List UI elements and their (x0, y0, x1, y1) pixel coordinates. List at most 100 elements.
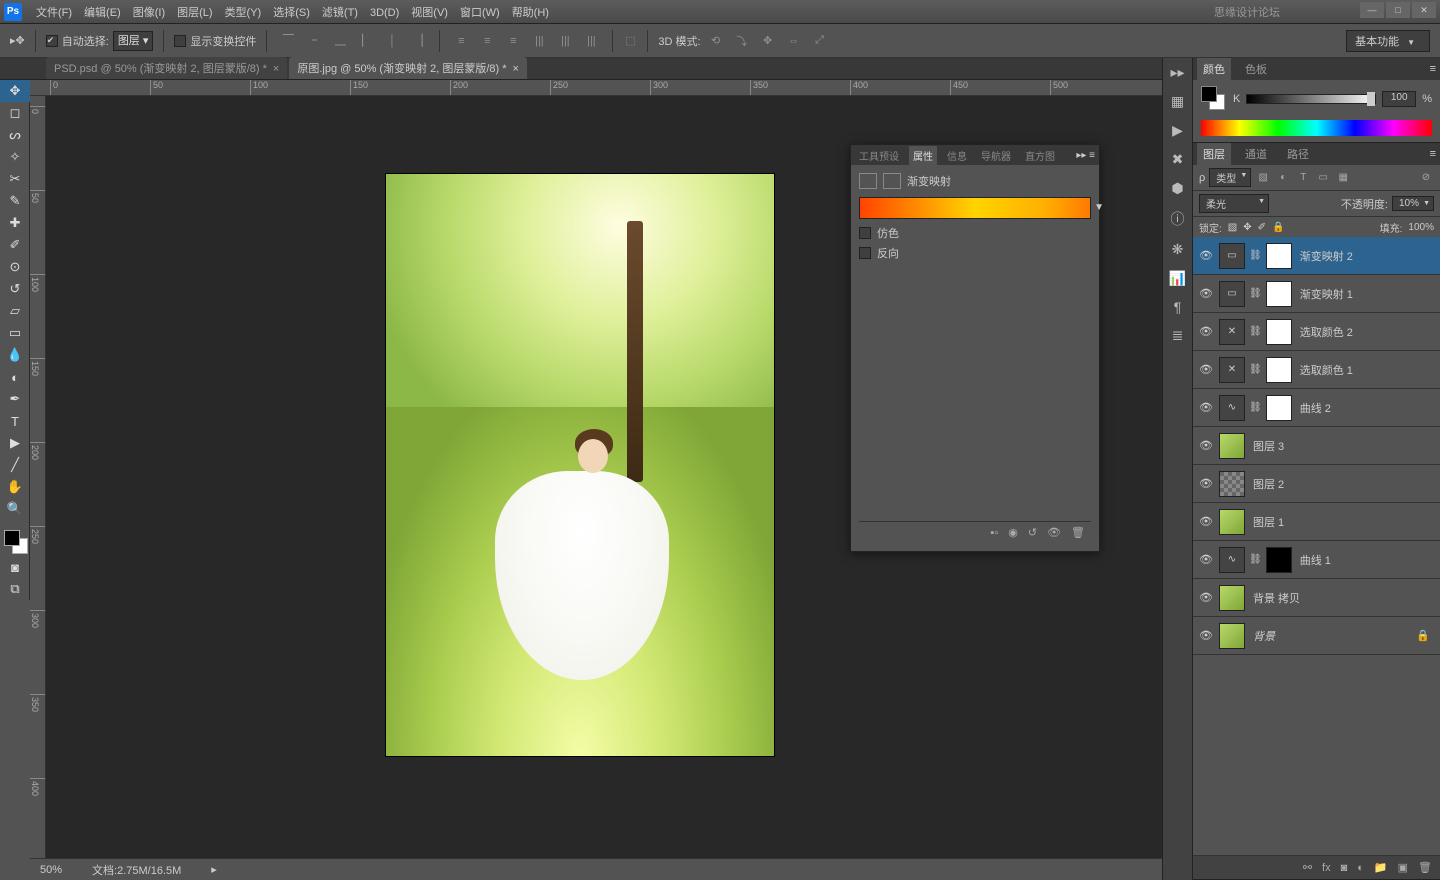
menu-帮助(H)[interactable]: 帮助(H) (512, 7, 549, 19)
lock-all-icon[interactable]: 🔒 (1272, 222, 1284, 233)
menu-类型(Y)[interactable]: 类型(Y) (225, 7, 262, 19)
tab-properties[interactable]: 属性 (909, 146, 937, 165)
visibility-icon[interactable]: 👁 (1197, 553, 1215, 566)
menu-窗口(W)[interactable]: 窗口(W) (460, 7, 500, 19)
pan-icon[interactable]: ✥ (757, 30, 779, 52)
eyedropper-tool[interactable]: ✎ (0, 190, 30, 212)
marquee-tool[interactable]: ◻ (0, 102, 30, 124)
visibility-icon[interactable]: 👁 (1197, 591, 1215, 604)
layer-thumb[interactable] (1219, 471, 1245, 497)
layer-name[interactable]: 曲线 1 (1300, 552, 1331, 568)
mask-thumb[interactable] (1266, 243, 1292, 269)
shape-tool[interactable]: ╱ (0, 454, 30, 476)
hist-strip-icon[interactable]: 📊 (1169, 270, 1186, 287)
reset-icon[interactable]: ↺ (1028, 526, 1037, 539)
align-top-icon[interactable]: ⎺ (277, 30, 299, 52)
quickmask-tool[interactable]: ◙ (0, 556, 30, 578)
maximize-button[interactable]: □ (1386, 2, 1410, 18)
dodge-tool[interactable]: ◐ (0, 366, 30, 388)
pen-tool[interactable]: ✒ (0, 388, 30, 410)
layer-name[interactable]: 背景 拷贝 (1253, 590, 1300, 606)
blur-tool[interactable]: 💧 (0, 344, 30, 366)
new-group-icon[interactable]: 📁 (1374, 861, 1388, 874)
filter-pixel-icon[interactable]: ▧ (1255, 171, 1271, 185)
dist-left-icon[interactable]: ||| (528, 30, 550, 52)
gradient-tool[interactable]: ▭ (0, 322, 30, 344)
tab-paths[interactable]: 路径 (1281, 143, 1315, 165)
delete-adj-icon[interactable]: 🗑 (1071, 526, 1085, 539)
layer-row[interactable]: 👁图层 2 (1193, 465, 1440, 503)
menu-滤镜(T)[interactable]: 滤镜(T) (322, 7, 358, 19)
tab-navigator[interactable]: 导航器 (977, 146, 1015, 165)
tab-swatches[interactable]: 色板 (1239, 58, 1273, 80)
workspace-selector[interactable]: 基本功能 (1346, 30, 1430, 52)
close-button[interactable]: ✕ (1412, 2, 1436, 18)
menu-3D(D)[interactable]: 3D(D) (370, 7, 399, 19)
stamp-tool[interactable]: ⊙ (0, 256, 30, 278)
healing-tool[interactable]: ✚ (0, 212, 30, 234)
lasso-tool[interactable]: ᔕ (0, 124, 30, 146)
type-tool[interactable]: T (0, 410, 30, 432)
roll-icon[interactable]: ⤵ (731, 30, 753, 52)
menu-编辑(E)[interactable]: 编辑(E) (84, 7, 121, 19)
layer-filter-type[interactable]: 类型 (1209, 168, 1251, 187)
fill-value[interactable]: 100% (1408, 222, 1434, 233)
doc-size[interactable]: 文档:2.75M/16.5M (92, 862, 181, 878)
brush-tool[interactable]: ✐ (0, 234, 30, 256)
new-layer-icon[interactable]: ▣ (1398, 861, 1408, 874)
scale3d-icon[interactable]: ⤢ (809, 30, 831, 52)
menu-文件(F)[interactable]: 文件(F) (36, 7, 72, 19)
layer-name[interactable]: 图层 1 (1253, 514, 1284, 530)
3d-icon[interactable]: ⬢ (1171, 180, 1183, 197)
tab-layers[interactable]: 图层 (1197, 143, 1231, 165)
zoom-tool[interactable]: 🔍 (0, 498, 30, 520)
tab-histogram[interactable]: 直方图 (1021, 146, 1059, 165)
layer-row[interactable]: 👁图层 3 (1193, 427, 1440, 465)
align-hmid-icon[interactable]: │ (381, 30, 403, 52)
mask-thumb[interactable] (1266, 281, 1292, 307)
document-canvas[interactable] (386, 174, 774, 756)
dist-vmid-icon[interactable]: ≡ (476, 30, 498, 52)
tab-color[interactable]: 颜色 (1197, 58, 1231, 80)
menu-图像(I)[interactable]: 图像(I) (133, 7, 165, 19)
lock-position-icon[interactable]: ✥ (1243, 222, 1251, 233)
layer-name[interactable]: 图层 3 (1253, 438, 1284, 454)
opacity-value[interactable]: 10% (1392, 196, 1434, 211)
menu-图层(L)[interactable]: 图层(L) (177, 7, 212, 19)
mask-thumb[interactable] (1266, 357, 1292, 383)
k-value[interactable]: 100 (1382, 91, 1416, 107)
auto-select-checkbox[interactable] (46, 35, 58, 47)
blend-mode[interactable]: 柔光 (1199, 194, 1269, 213)
mask-thumb[interactable] (1266, 547, 1292, 573)
filter-type-icon[interactable]: T (1295, 171, 1311, 185)
layer-name[interactable]: 渐变映射 1 (1300, 286, 1353, 302)
zoom-level[interactable]: 50% (40, 864, 62, 876)
document-tab[interactable]: 原图.jpg @ 50% (渐变映射 2, 图层蒙版/8) *× (289, 57, 527, 79)
layer-row[interactable]: 👁▭⛓渐变映射 1 (1193, 275, 1440, 313)
crop-tool[interactable]: ✂ (0, 168, 30, 190)
actions-icon[interactable]: ▦ (1171, 93, 1184, 110)
tab-info[interactable]: 信息 (943, 146, 971, 165)
panel-menu-icon[interactable]: ▸▸ ≡ (1076, 150, 1095, 161)
layer-thumb[interactable] (1219, 509, 1245, 535)
layer-thumb[interactable] (1219, 623, 1245, 649)
layer-row[interactable]: 👁 图层 1 (1193, 503, 1440, 541)
tab-channels[interactable]: 通道 (1239, 143, 1273, 165)
tab-tool-presets[interactable]: 工具预设 (855, 146, 903, 165)
info-strip-icon[interactable]: ⓘ (1171, 209, 1185, 229)
layer-row[interactable]: 👁背景🔒 (1193, 617, 1440, 655)
status-arrow-icon[interactable]: ▸ (211, 863, 217, 876)
menu-视图(V)[interactable]: 视图(V) (411, 7, 448, 19)
color-swatch[interactable] (0, 526, 30, 556)
filter-shape-icon[interactable]: ▭ (1315, 171, 1331, 185)
auto-select-mode[interactable]: 图层 ▾ (113, 31, 154, 51)
para-icon[interactable]: ≣ (1172, 327, 1184, 344)
dist-bottom-icon[interactable]: ≡ (502, 30, 524, 52)
prev-state-icon[interactable]: ◉ (1008, 526, 1018, 539)
filter-toggle[interactable]: ⊘ (1418, 171, 1434, 185)
layer-row[interactable]: 👁▭⛓渐变映射 2 (1193, 237, 1440, 275)
visibility-icon[interactable]: 👁 (1197, 249, 1215, 262)
dist-hmid-icon[interactable]: ||| (554, 30, 576, 52)
visibility-icon[interactable]: 👁 (1197, 515, 1215, 528)
mask-thumb[interactable] (1266, 319, 1292, 345)
